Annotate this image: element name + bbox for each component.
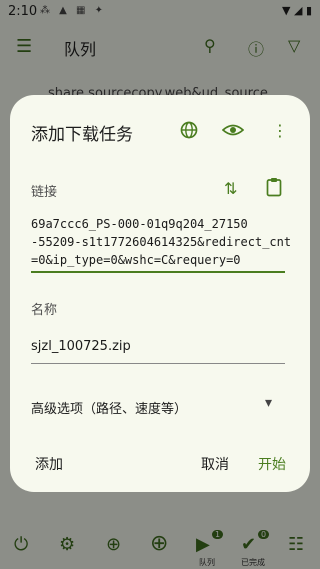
chevron-down-icon[interactable]: ▾ [265, 395, 272, 411]
link-value: 69a7ccc6_PS-000-01q9q204_27150 -55209-s1… [31, 217, 292, 267]
add-button[interactable]: 添加 [35, 454, 63, 474]
start-button[interactable]: 开始 [258, 454, 286, 474]
link-field[interactable]: 69a7ccc6_PS-000-01q9q204_27150 -55209-s1… [31, 215, 292, 273]
globe-icon[interactable] [180, 121, 198, 143]
name-label: 名称 [31, 303, 58, 318]
name-field[interactable]: sjzl_100725.zip [31, 339, 285, 364]
dialog-title: 添加下载任务 [31, 125, 133, 145]
name-value: sjzl_100725.zip [31, 339, 131, 354]
add-download-dialog: 添加下载任务 ⋮ 链接 ⇅ 69a7ccc6_PS-000-01q9q204_2… [10, 95, 310, 492]
advanced-options[interactable]: 高级选项（路径、速度等） [31, 398, 187, 417]
link-label: 链接 [31, 185, 58, 200]
cancel-button[interactable]: 取消 [201, 454, 229, 474]
clipboard-icon[interactable] [266, 177, 282, 201]
eye-icon[interactable] [221, 121, 245, 143]
swap-vert-icon[interactable]: ⇅ [224, 179, 237, 198]
more-vert-icon[interactable]: ⋮ [272, 121, 288, 140]
